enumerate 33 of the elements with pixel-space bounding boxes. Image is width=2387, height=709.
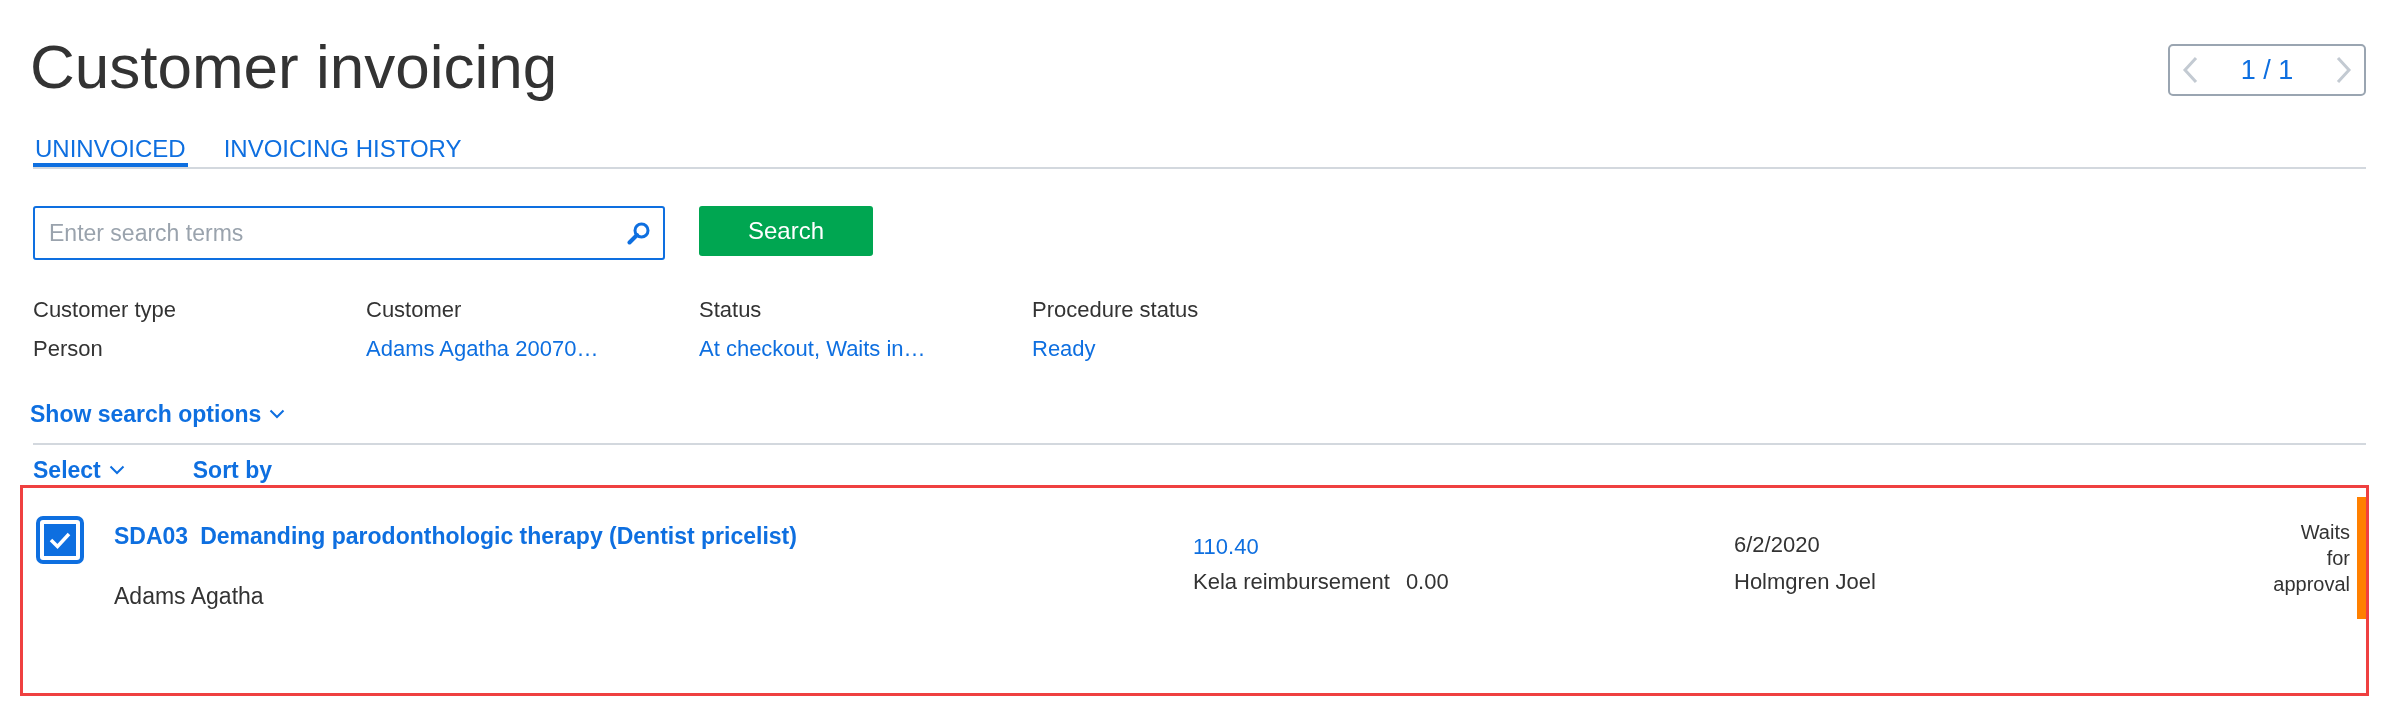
chevron-left-icon — [2182, 56, 2198, 84]
filter-label: Procedure status — [1032, 296, 1199, 324]
filter-link[interactable]: Ready — [1032, 334, 1096, 364]
checkbox[interactable] — [36, 516, 84, 564]
invoice-code[interactable]: SDA03 — [114, 521, 189, 551]
invoice-row[interactable]: SDA03 Demanding parodonthologic therapy (Dentist pricelist) Adams Agatha 110.40 Kela reimbursement 0.00 6/2/2020 Holmgren Joel Waits for approval — [20, 485, 2369, 696]
tab[interactable]: INVOICING HISTORY — [221, 135, 464, 167]
select-menu-button[interactable]: Select — [33, 457, 125, 483]
search-field[interactable]: Enter search terms — [33, 206, 665, 260]
tab[interactable]: UNINVOICED — [33, 135, 188, 167]
filter-label: Status — [699, 296, 762, 324]
reimbursement-amount: 0.00 — [1405, 568, 1449, 596]
chevron-down-icon — [108, 465, 125, 475]
filter-value: Person — [33, 335, 103, 363]
page-counter: 1 / 1 — [2240, 54, 2294, 86]
handler-name: Holmgren Joel — [1734, 568, 1877, 596]
search-button[interactable]: Search — [699, 206, 873, 256]
filter-link[interactable]: Adams Agatha 20070… — [366, 334, 599, 364]
filter-label: Customer — [366, 296, 462, 324]
reimbursement-label: Kela reimbursement — [1193, 568, 1390, 596]
filter-label: Customer type — [33, 296, 177, 324]
show-search-options-link[interactable]: Show search options — [30, 399, 286, 429]
status-label: Waits for approval — [2273, 520, 2350, 597]
customer-name: Adams Agatha — [114, 582, 265, 611]
sort-by-button[interactable]: Sort by — [192, 457, 272, 483]
chevron-down-icon — [269, 409, 286, 419]
chevron-right-icon — [2336, 56, 2352, 84]
page-title: Customer invoicing — [30, 31, 558, 103]
invoice-amount[interactable]: 110.40 — [1193, 532, 1734, 562]
search-icon — [627, 221, 651, 245]
invoice-title[interactable]: Demanding parodonthologic therapy (Dentist pricelist) — [200, 521, 797, 551]
invoice-date: 6/2/2020 — [1734, 531, 1821, 559]
filter-link[interactable]: At checkout, Waits in… — [699, 334, 926, 364]
